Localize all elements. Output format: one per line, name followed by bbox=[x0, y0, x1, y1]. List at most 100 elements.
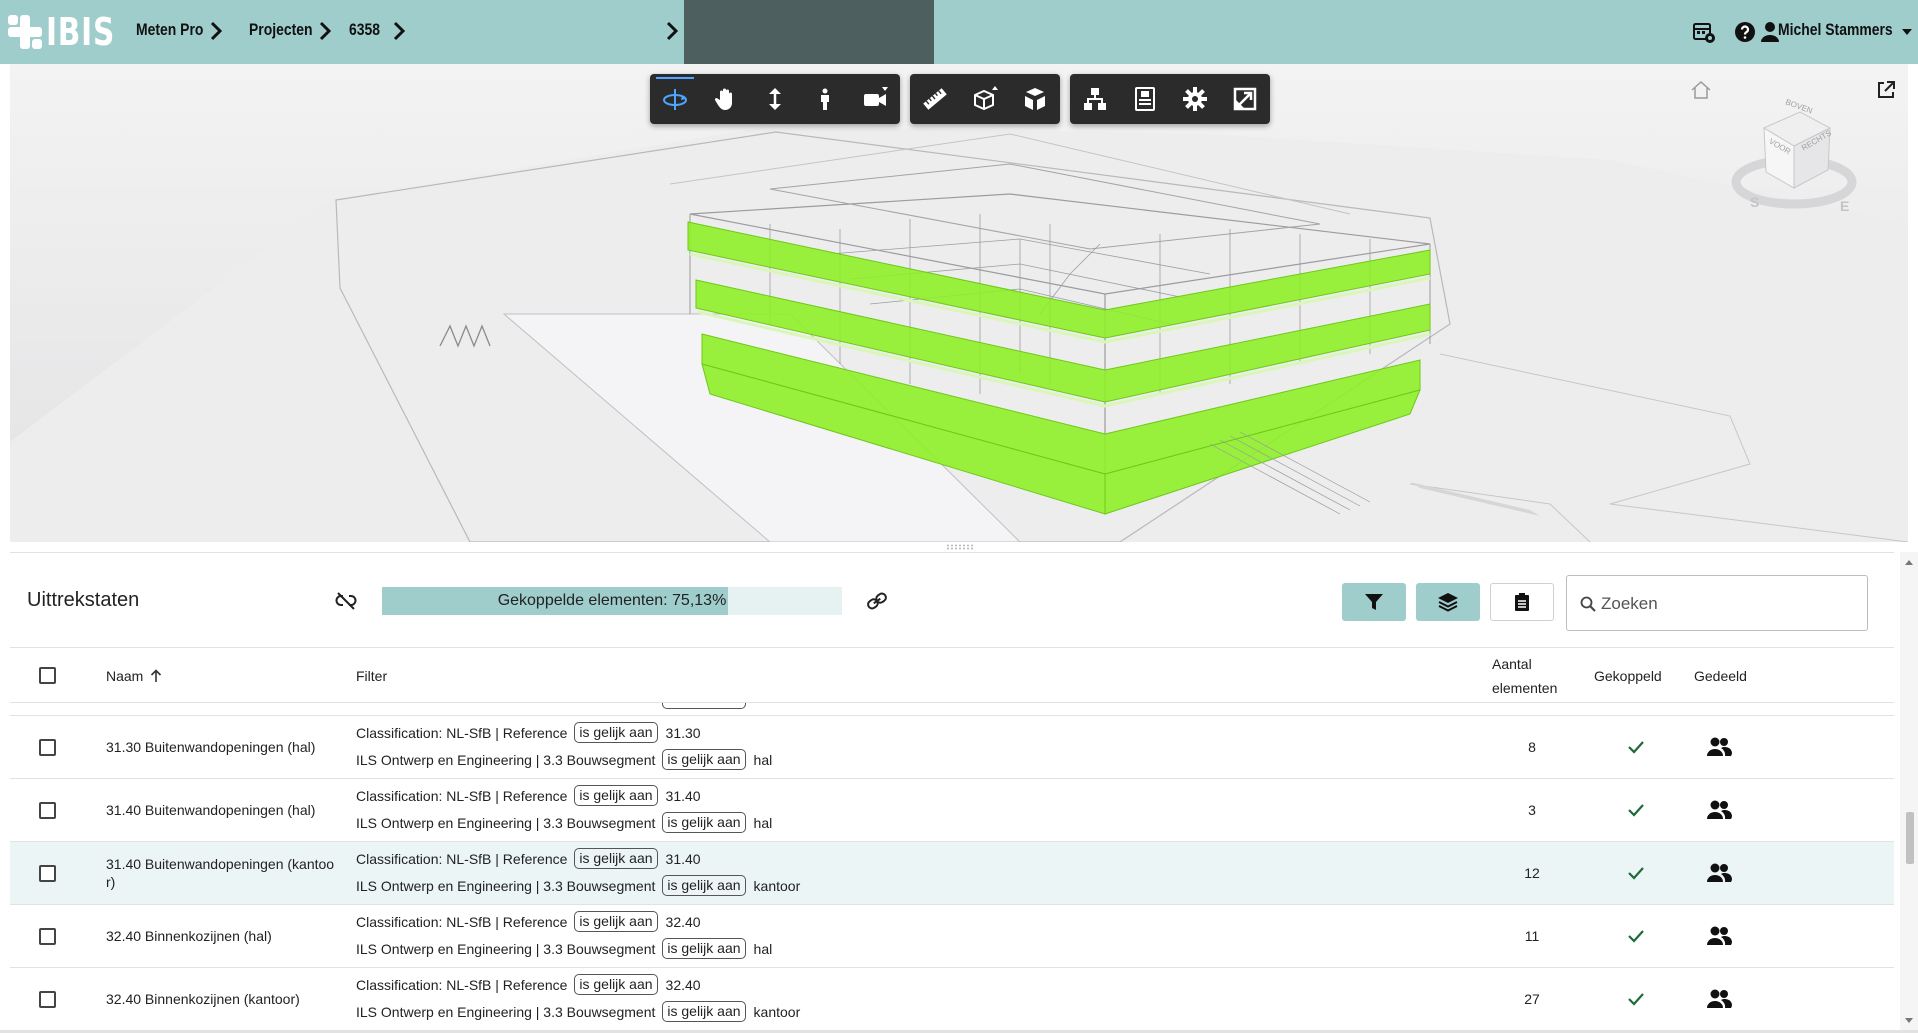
filter-value: 31.40 bbox=[665, 850, 701, 867]
row-element-count: 12 bbox=[1524, 865, 1540, 881]
open-external-icon[interactable] bbox=[1876, 80, 1896, 100]
section-tool-button[interactable] bbox=[960, 74, 1010, 124]
row-checkbox[interactable] bbox=[39, 928, 56, 945]
row-checkbox[interactable] bbox=[39, 739, 56, 756]
column-header-gekoppeld: Gekoppeld bbox=[1594, 668, 1662, 684]
table-scrollbar[interactable] bbox=[1900, 552, 1918, 1033]
filter-field: ILS Ontwerp en Engineering | 3.3 Bouwseg… bbox=[356, 1003, 656, 1020]
ibis-logo-mark-icon bbox=[8, 15, 42, 49]
scrollbar-thumb[interactable] bbox=[1906, 812, 1914, 864]
table-row[interactable]: 31.40 Buitenwandopeningen (hal) Classifi… bbox=[10, 779, 1894, 842]
properties-tool-button[interactable] bbox=[1120, 74, 1170, 124]
row-checkbox[interactable] bbox=[39, 991, 56, 1008]
fullscreen-tool-button[interactable] bbox=[1220, 74, 1270, 124]
filter-value: kantoor bbox=[753, 1003, 801, 1020]
row-filter-line-1: Classification: NL-SfB | Reference is gel… bbox=[356, 785, 701, 806]
layers-icon bbox=[1438, 593, 1458, 612]
shared-users-icon[interactable] bbox=[1706, 799, 1732, 821]
settings-icon bbox=[1183, 87, 1207, 111]
filter-operator-pill: is gelijk aan bbox=[574, 974, 658, 995]
row-filter-line-2: ILS Ontwerp en Engineering | 3.3 Bouwseg… bbox=[356, 875, 800, 896]
filter-icon bbox=[1365, 594, 1383, 610]
top-bar: IBIS Meten Pro Projecten 6358 Michel Sta… bbox=[0, 0, 1918, 64]
row-filter-line-2: ILS Ontwerp en Engineering | 3.3 Bouwseg… bbox=[356, 812, 772, 833]
sort-ascending-icon[interactable] bbox=[150, 669, 162, 683]
filter-field: Classification: NL-SfB | Reference bbox=[356, 913, 568, 930]
user-menu[interactable]: Michel Stammers bbox=[1778, 20, 1893, 40]
row-filter-line-1: Classification: NL-SfB | Reference is gel… bbox=[356, 848, 701, 869]
row-checkbox[interactable] bbox=[39, 802, 56, 819]
unlink-icon[interactable] bbox=[334, 589, 358, 613]
panel-resize-handle[interactable] bbox=[946, 544, 974, 550]
report-button[interactable] bbox=[1490, 583, 1554, 621]
settings-tool-button[interactable] bbox=[1170, 74, 1220, 124]
scroll-up-arrow-icon[interactable] bbox=[1905, 560, 1913, 565]
panel-title: Uittrekstaten bbox=[27, 589, 140, 611]
filter-button[interactable] bbox=[1342, 583, 1406, 621]
help-icon[interactable] bbox=[1733, 20, 1757, 44]
camera-tool-button[interactable] bbox=[850, 74, 900, 124]
shared-users-icon[interactable] bbox=[1706, 925, 1732, 947]
filter-field: ILS Ontwerp en Engineering | 3.3 Bouwseg… bbox=[356, 814, 656, 831]
fullscreen-icon bbox=[1233, 87, 1257, 111]
scroll-down-arrow-icon[interactable] bbox=[1905, 1018, 1913, 1023]
breadcrumb-meten-pro[interactable]: Meten Pro bbox=[136, 20, 203, 40]
link-icon[interactable] bbox=[865, 589, 889, 613]
search-box[interactable] bbox=[1566, 575, 1868, 631]
table-body: 31.30 Buitenwandopeningen (hal) Classifi… bbox=[10, 703, 1894, 1033]
column-header-naam[interactable]: Naam bbox=[106, 668, 143, 684]
model-toolbar bbox=[1070, 74, 1270, 124]
explode-tool-button[interactable] bbox=[1010, 74, 1060, 124]
table-row[interactable]: 32.40 Binnenkozijnen (hal) Classificatio… bbox=[10, 905, 1894, 968]
linked-elements-progress: Gekoppelde elementen: 75,13% bbox=[382, 587, 842, 615]
row-element-count: 8 bbox=[1528, 739, 1536, 755]
chevron-right-icon[interactable] bbox=[664, 19, 680, 43]
breadcrumb-projecten[interactable]: Projecten bbox=[249, 20, 313, 40]
filter-field: ILS Ontwerp en Engineering | 3.3 Bouwseg… bbox=[356, 940, 656, 957]
zoom-tool-button[interactable] bbox=[750, 74, 800, 124]
row-checkbox[interactable] bbox=[39, 865, 56, 882]
ibis-logo[interactable]: IBIS bbox=[8, 10, 135, 54]
table-row[interactable]: 31.40 Buitenwandopeningen (kantoor) Clas… bbox=[10, 842, 1894, 905]
select-all-checkbox[interactable] bbox=[39, 667, 56, 684]
search-input[interactable] bbox=[1601, 590, 1857, 618]
model-browser-tool-button[interactable] bbox=[1070, 74, 1120, 124]
first-person-tool-button[interactable] bbox=[800, 74, 850, 124]
pan-icon bbox=[714, 88, 732, 110]
layers-button[interactable] bbox=[1416, 583, 1480, 621]
home-view-icon[interactable] bbox=[1690, 80, 1712, 100]
row-element-count: 27 bbox=[1524, 991, 1540, 1007]
analysis-toolbar bbox=[910, 74, 1060, 124]
row-element-count: 3 bbox=[1528, 802, 1536, 818]
section-icon bbox=[974, 86, 998, 111]
pan-tool-button[interactable] bbox=[700, 74, 750, 124]
shared-users-icon[interactable] bbox=[1706, 736, 1732, 758]
chevron-right-icon bbox=[319, 21, 332, 41]
chevron-right-icon bbox=[393, 21, 406, 41]
breadcrumb-project-6358[interactable]: 6358 bbox=[349, 20, 380, 40]
linked-check-icon bbox=[1628, 867, 1644, 880]
shared-users-icon[interactable] bbox=[1706, 988, 1732, 1010]
filter-operator-pill: is gelijk aan bbox=[662, 812, 746, 833]
calendar-settings-icon[interactable] bbox=[1692, 20, 1716, 44]
logo-text: IBIS bbox=[46, 10, 116, 54]
search-icon bbox=[1580, 596, 1596, 612]
3d-viewer[interactable]: BOVEN VOOR RECHTS S E bbox=[10, 64, 1908, 542]
partial-filter-pill bbox=[662, 703, 746, 709]
table-row[interactable]: 32.40 Binnenkozijnen (kantoor) Classific… bbox=[10, 968, 1894, 1031]
filter-operator-pill: is gelijk aan bbox=[574, 785, 658, 806]
filter-field: Classification: NL-SfB | Reference bbox=[356, 976, 568, 993]
orbit-icon bbox=[663, 89, 687, 110]
shared-users-icon[interactable] bbox=[1706, 862, 1732, 884]
row-name: 31.30 Buitenwandopeningen (hal) bbox=[106, 739, 316, 755]
building-model-canvas[interactable] bbox=[10, 64, 1908, 542]
filter-value: 32.40 bbox=[665, 976, 701, 993]
measure-tool-button[interactable] bbox=[910, 74, 960, 124]
partial-row bbox=[10, 703, 1894, 716]
filter-operator-pill: is gelijk aan bbox=[574, 911, 658, 932]
filter-operator-pill: is gelijk aan bbox=[574, 848, 658, 869]
table-row[interactable]: 31.30 Buitenwandopeningen (hal) Classifi… bbox=[10, 716, 1894, 779]
view-cube[interactable]: BOVEN VOOR RECHTS S E bbox=[1730, 94, 1860, 224]
caret-down-icon[interactable] bbox=[1902, 28, 1912, 36]
orbit-tool-button[interactable] bbox=[650, 74, 700, 124]
